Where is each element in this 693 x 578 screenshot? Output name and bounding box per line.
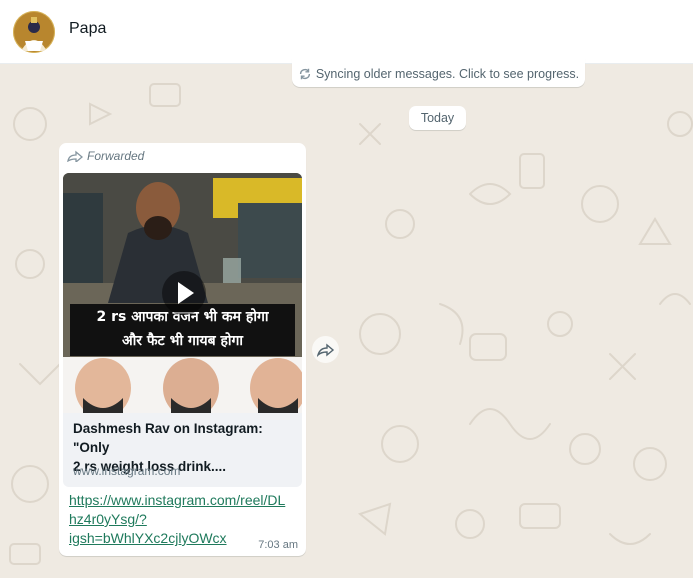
preview-thumbnail[interactable]: 2 rs आपका वजन भी कम होगा और फैट भी गायब … <box>63 173 302 413</box>
contact-name[interactable]: Papa <box>69 20 106 38</box>
preview-title-line-1: Dashmesh Rav on Instagram: "Only <box>73 421 263 455</box>
sync-notice[interactable]: Syncing older messages. Click to see pro… <box>292 58 585 87</box>
message-time: 7:03 am <box>258 539 298 551</box>
avatar[interactable] <box>13 11 55 53</box>
forward-icon <box>67 150 83 162</box>
forwarded-indicator: Forwarded <box>67 149 144 163</box>
preview-domain: www.instagram.com <box>73 464 181 478</box>
date-divider: Today <box>409 106 466 130</box>
sync-text: Syncing older messages. Click to see pro… <box>315 67 580 81</box>
link-line-2[interactable]: hz4r0yYsg/? <box>69 510 299 529</box>
message-bubble[interactable]: Forwarded 2 rs आपका वजन भी कम होगा और फै… <box>59 143 306 556</box>
play-icon[interactable] <box>161 270 207 316</box>
caption-line-2: और फैट भी गायब होगा <box>121 333 244 349</box>
date-label: Today <box>420 111 455 125</box>
link-line-1[interactable]: https://www.instagram.com/reel/DL <box>69 491 299 510</box>
forward-button[interactable] <box>312 336 339 363</box>
link-preview[interactable]: 2 rs आपका वजन भी कम होगा और फैट भी गायब … <box>63 173 302 487</box>
sync-icon <box>299 68 310 80</box>
forward-button-icon <box>316 343 334 357</box>
chat-header[interactable]: Papa <box>0 0 693 64</box>
forwarded-label: Forwarded <box>87 149 145 163</box>
